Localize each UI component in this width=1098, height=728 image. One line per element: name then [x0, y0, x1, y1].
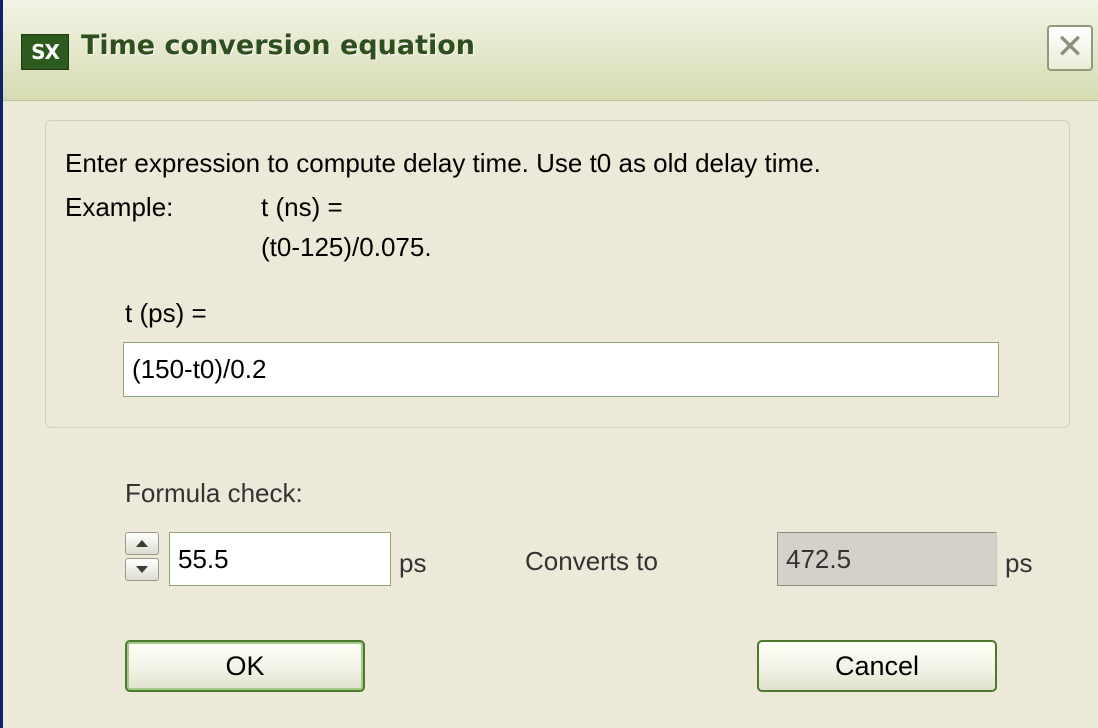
- input-unit-label: ps: [399, 548, 427, 578]
- expression-label: t (ps) =: [125, 298, 207, 328]
- formula-check-input[interactable]: [169, 532, 391, 586]
- spin-down-button[interactable]: [125, 558, 159, 581]
- dialog-title: Time conversion equation: [81, 30, 476, 61]
- example-rhs: (t0-125)/0.075.: [261, 232, 432, 262]
- result-unit-label: ps: [1005, 548, 1033, 578]
- expression-input[interactable]: [123, 342, 999, 397]
- time-conversion-dialog: SX Time conversion equation ✕ Enter expr…: [0, 0, 1098, 728]
- title-bar[interactable]: SX Time conversion equation ✕: [3, 0, 1098, 101]
- example-lhs: t (ns) =: [261, 192, 343, 222]
- triangle-up-icon: [136, 540, 148, 547]
- converts-to-label: Converts to: [525, 546, 658, 576]
- formula-check-label: Formula check:: [125, 478, 303, 508]
- value-spinner: [125, 532, 161, 582]
- cancel-button[interactable]: Cancel: [757, 640, 997, 692]
- app-icon: SX: [21, 34, 69, 70]
- ok-button[interactable]: OK: [125, 640, 365, 692]
- instruction-text: Enter expression to compute delay time. …: [65, 148, 821, 178]
- close-button[interactable]: ✕: [1047, 25, 1093, 71]
- result-field: 472.5: [777, 532, 997, 586]
- example-label: Example:: [65, 192, 174, 222]
- close-icon: ✕: [1055, 27, 1085, 67]
- triangle-down-icon: [136, 566, 148, 573]
- spin-up-button[interactable]: [125, 532, 159, 555]
